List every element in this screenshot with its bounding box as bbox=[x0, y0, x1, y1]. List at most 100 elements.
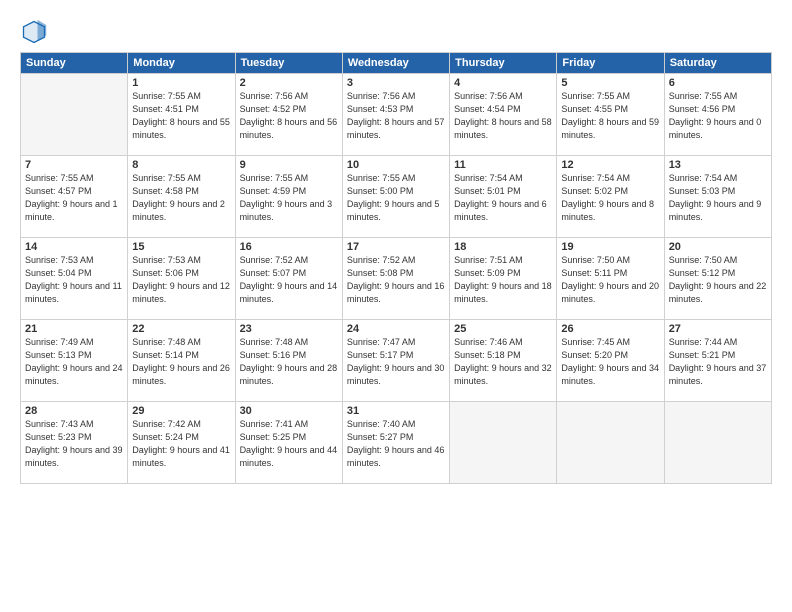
day-number: 12 bbox=[561, 159, 659, 171]
day-number: 20 bbox=[669, 241, 767, 253]
day-number: 21 bbox=[25, 323, 123, 335]
calendar-cell: 24Sunrise: 7:47 AMSunset: 5:17 PMDayligh… bbox=[342, 320, 449, 402]
calendar-cell bbox=[557, 402, 664, 484]
day-number: 5 bbox=[561, 77, 659, 89]
cell-info: Sunrise: 7:50 AMSunset: 5:11 PMDaylight:… bbox=[561, 254, 659, 306]
cell-info: Sunrise: 7:44 AMSunset: 5:21 PMDaylight:… bbox=[669, 336, 767, 388]
cell-info: Sunrise: 7:54 AMSunset: 5:02 PMDaylight:… bbox=[561, 172, 659, 224]
cell-info: Sunrise: 7:55 AMSunset: 5:00 PMDaylight:… bbox=[347, 172, 445, 224]
day-number: 17 bbox=[347, 241, 445, 253]
cell-info: Sunrise: 7:55 AMSunset: 4:58 PMDaylight:… bbox=[132, 172, 230, 224]
cell-info: Sunrise: 7:49 AMSunset: 5:13 PMDaylight:… bbox=[25, 336, 123, 388]
col-header-wednesday: Wednesday bbox=[342, 53, 449, 74]
logo-icon bbox=[20, 18, 48, 46]
day-number: 6 bbox=[669, 77, 767, 89]
day-number: 22 bbox=[132, 323, 230, 335]
cell-info: Sunrise: 7:40 AMSunset: 5:27 PMDaylight:… bbox=[347, 418, 445, 470]
day-number: 24 bbox=[347, 323, 445, 335]
calendar-cell: 27Sunrise: 7:44 AMSunset: 5:21 PMDayligh… bbox=[664, 320, 771, 402]
day-number: 27 bbox=[669, 323, 767, 335]
calendar-cell: 17Sunrise: 7:52 AMSunset: 5:08 PMDayligh… bbox=[342, 238, 449, 320]
calendar-cell: 19Sunrise: 7:50 AMSunset: 5:11 PMDayligh… bbox=[557, 238, 664, 320]
page-header bbox=[20, 18, 772, 46]
day-number: 13 bbox=[669, 159, 767, 171]
cell-info: Sunrise: 7:54 AMSunset: 5:01 PMDaylight:… bbox=[454, 172, 552, 224]
day-number: 16 bbox=[240, 241, 338, 253]
day-number: 25 bbox=[454, 323, 552, 335]
day-number: 10 bbox=[347, 159, 445, 171]
calendar-cell: 8Sunrise: 7:55 AMSunset: 4:58 PMDaylight… bbox=[128, 156, 235, 238]
cell-info: Sunrise: 7:55 AMSunset: 4:55 PMDaylight:… bbox=[561, 90, 659, 142]
calendar-cell: 6Sunrise: 7:55 AMSunset: 4:56 PMDaylight… bbox=[664, 74, 771, 156]
calendar-cell: 29Sunrise: 7:42 AMSunset: 5:24 PMDayligh… bbox=[128, 402, 235, 484]
calendar-cell: 26Sunrise: 7:45 AMSunset: 5:20 PMDayligh… bbox=[557, 320, 664, 402]
col-header-sunday: Sunday bbox=[21, 53, 128, 74]
day-number: 18 bbox=[454, 241, 552, 253]
cell-info: Sunrise: 7:51 AMSunset: 5:09 PMDaylight:… bbox=[454, 254, 552, 306]
calendar-cell: 7Sunrise: 7:55 AMSunset: 4:57 PMDaylight… bbox=[21, 156, 128, 238]
day-number: 3 bbox=[347, 77, 445, 89]
calendar-table: SundayMondayTuesdayWednesdayThursdayFrid… bbox=[20, 52, 772, 484]
cell-info: Sunrise: 7:56 AMSunset: 4:54 PMDaylight:… bbox=[454, 90, 552, 142]
cell-info: Sunrise: 7:41 AMSunset: 5:25 PMDaylight:… bbox=[240, 418, 338, 470]
col-header-tuesday: Tuesday bbox=[235, 53, 342, 74]
day-number: 30 bbox=[240, 405, 338, 417]
day-number: 26 bbox=[561, 323, 659, 335]
calendar-cell: 5Sunrise: 7:55 AMSunset: 4:55 PMDaylight… bbox=[557, 74, 664, 156]
cell-info: Sunrise: 7:53 AMSunset: 5:04 PMDaylight:… bbox=[25, 254, 123, 306]
cell-info: Sunrise: 7:47 AMSunset: 5:17 PMDaylight:… bbox=[347, 336, 445, 388]
cell-info: Sunrise: 7:55 AMSunset: 4:59 PMDaylight:… bbox=[240, 172, 338, 224]
cell-info: Sunrise: 7:56 AMSunset: 4:53 PMDaylight:… bbox=[347, 90, 445, 142]
calendar-cell bbox=[664, 402, 771, 484]
cell-info: Sunrise: 7:55 AMSunset: 4:57 PMDaylight:… bbox=[25, 172, 123, 224]
calendar-cell: 23Sunrise: 7:48 AMSunset: 5:16 PMDayligh… bbox=[235, 320, 342, 402]
cell-info: Sunrise: 7:56 AMSunset: 4:52 PMDaylight:… bbox=[240, 90, 338, 142]
calendar-cell: 10Sunrise: 7:55 AMSunset: 5:00 PMDayligh… bbox=[342, 156, 449, 238]
day-number: 14 bbox=[25, 241, 123, 253]
cell-info: Sunrise: 7:55 AMSunset: 4:56 PMDaylight:… bbox=[669, 90, 767, 142]
day-number: 2 bbox=[240, 77, 338, 89]
calendar-cell: 31Sunrise: 7:40 AMSunset: 5:27 PMDayligh… bbox=[342, 402, 449, 484]
cell-info: Sunrise: 7:45 AMSunset: 5:20 PMDaylight:… bbox=[561, 336, 659, 388]
cell-info: Sunrise: 7:53 AMSunset: 5:06 PMDaylight:… bbox=[132, 254, 230, 306]
day-number: 4 bbox=[454, 77, 552, 89]
cell-info: Sunrise: 7:46 AMSunset: 5:18 PMDaylight:… bbox=[454, 336, 552, 388]
cell-info: Sunrise: 7:48 AMSunset: 5:14 PMDaylight:… bbox=[132, 336, 230, 388]
calendar-cell: 20Sunrise: 7:50 AMSunset: 5:12 PMDayligh… bbox=[664, 238, 771, 320]
day-number: 1 bbox=[132, 77, 230, 89]
day-number: 29 bbox=[132, 405, 230, 417]
day-number: 19 bbox=[561, 241, 659, 253]
calendar-cell: 11Sunrise: 7:54 AMSunset: 5:01 PMDayligh… bbox=[450, 156, 557, 238]
day-number: 8 bbox=[132, 159, 230, 171]
calendar-cell: 14Sunrise: 7:53 AMSunset: 5:04 PMDayligh… bbox=[21, 238, 128, 320]
calendar-cell: 25Sunrise: 7:46 AMSunset: 5:18 PMDayligh… bbox=[450, 320, 557, 402]
logo bbox=[20, 18, 52, 46]
calendar-cell: 2Sunrise: 7:56 AMSunset: 4:52 PMDaylight… bbox=[235, 74, 342, 156]
col-header-thursday: Thursday bbox=[450, 53, 557, 74]
cell-info: Sunrise: 7:52 AMSunset: 5:07 PMDaylight:… bbox=[240, 254, 338, 306]
cell-info: Sunrise: 7:52 AMSunset: 5:08 PMDaylight:… bbox=[347, 254, 445, 306]
day-number: 11 bbox=[454, 159, 552, 171]
calendar-cell: 3Sunrise: 7:56 AMSunset: 4:53 PMDaylight… bbox=[342, 74, 449, 156]
day-number: 31 bbox=[347, 405, 445, 417]
cell-info: Sunrise: 7:43 AMSunset: 5:23 PMDaylight:… bbox=[25, 418, 123, 470]
calendar-cell: 4Sunrise: 7:56 AMSunset: 4:54 PMDaylight… bbox=[450, 74, 557, 156]
day-number: 23 bbox=[240, 323, 338, 335]
calendar-cell: 18Sunrise: 7:51 AMSunset: 5:09 PMDayligh… bbox=[450, 238, 557, 320]
cell-info: Sunrise: 7:54 AMSunset: 5:03 PMDaylight:… bbox=[669, 172, 767, 224]
calendar-cell: 12Sunrise: 7:54 AMSunset: 5:02 PMDayligh… bbox=[557, 156, 664, 238]
col-header-monday: Monday bbox=[128, 53, 235, 74]
col-header-saturday: Saturday bbox=[664, 53, 771, 74]
calendar-cell: 21Sunrise: 7:49 AMSunset: 5:13 PMDayligh… bbox=[21, 320, 128, 402]
calendar-cell: 1Sunrise: 7:55 AMSunset: 4:51 PMDaylight… bbox=[128, 74, 235, 156]
cell-info: Sunrise: 7:50 AMSunset: 5:12 PMDaylight:… bbox=[669, 254, 767, 306]
calendar-cell: 13Sunrise: 7:54 AMSunset: 5:03 PMDayligh… bbox=[664, 156, 771, 238]
cell-info: Sunrise: 7:42 AMSunset: 5:24 PMDaylight:… bbox=[132, 418, 230, 470]
day-number: 9 bbox=[240, 159, 338, 171]
calendar-cell bbox=[450, 402, 557, 484]
calendar-cell: 16Sunrise: 7:52 AMSunset: 5:07 PMDayligh… bbox=[235, 238, 342, 320]
calendar-cell: 15Sunrise: 7:53 AMSunset: 5:06 PMDayligh… bbox=[128, 238, 235, 320]
day-number: 28 bbox=[25, 405, 123, 417]
calendar-cell: 9Sunrise: 7:55 AMSunset: 4:59 PMDaylight… bbox=[235, 156, 342, 238]
calendar-cell: 28Sunrise: 7:43 AMSunset: 5:23 PMDayligh… bbox=[21, 402, 128, 484]
